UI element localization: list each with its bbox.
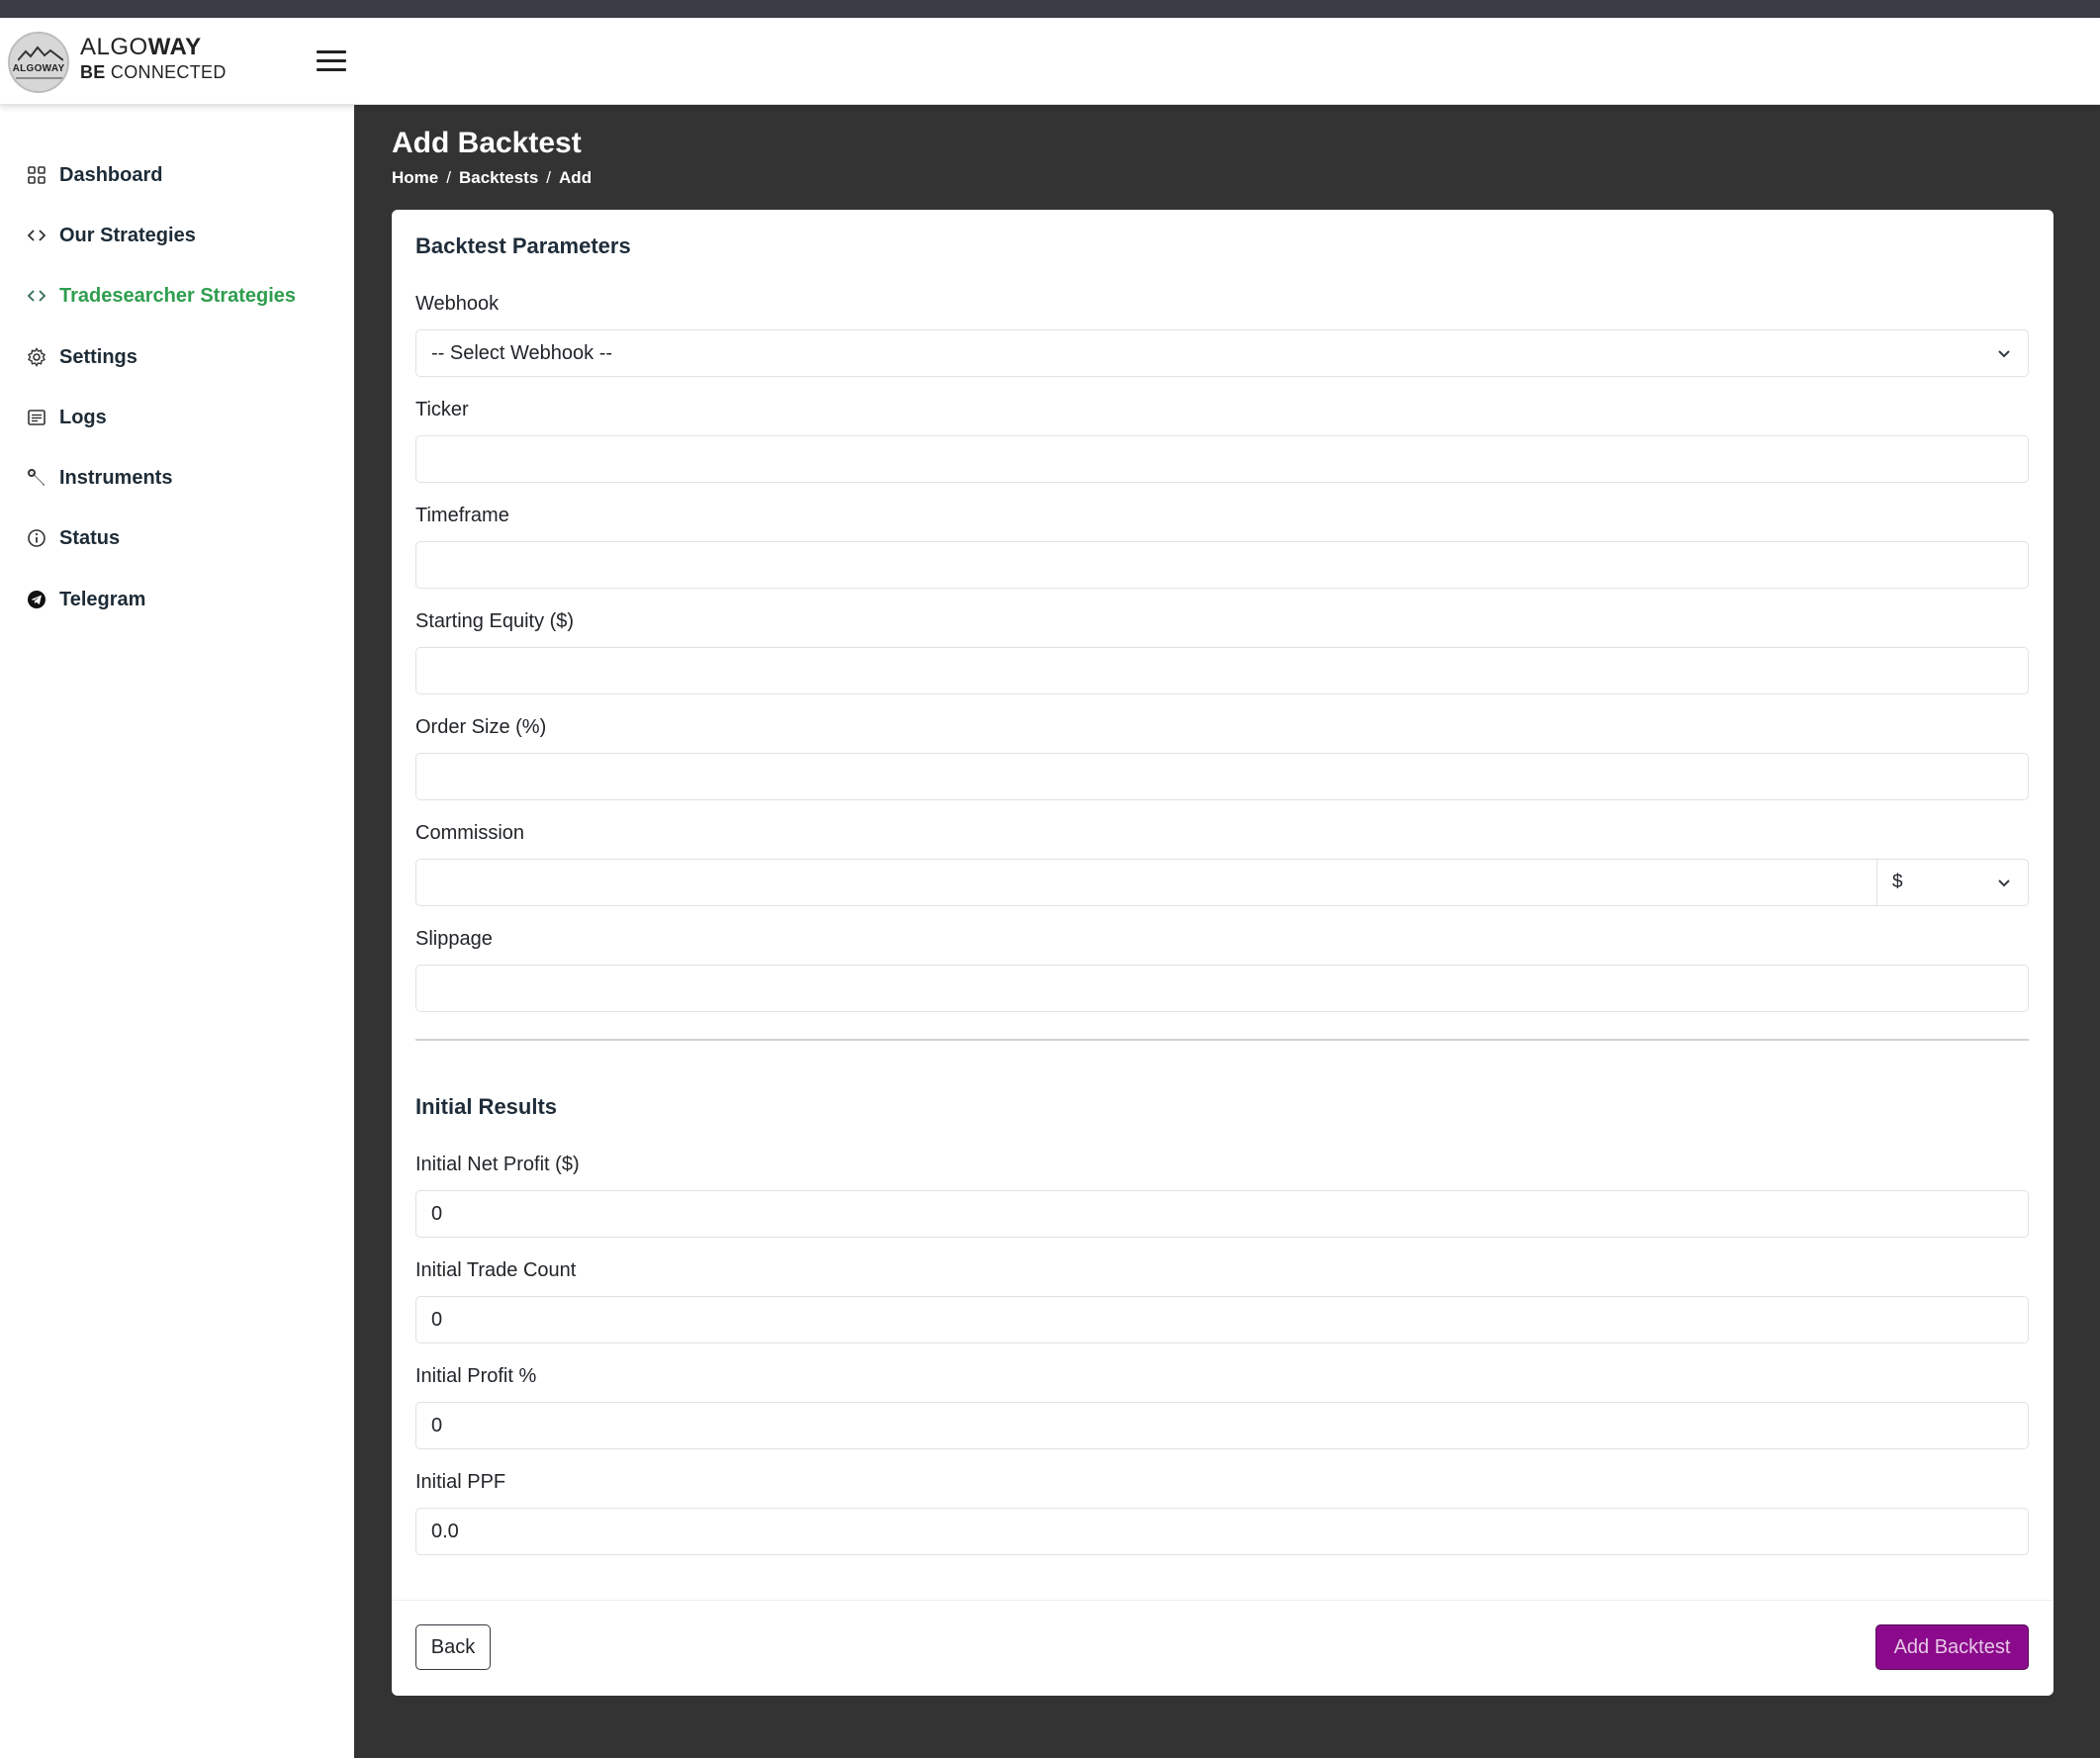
sidebar-item-label: Dashboard xyxy=(59,163,163,186)
chevron-down-icon xyxy=(1998,350,2010,358)
add-backtest-button[interactable]: Add Backtest xyxy=(1875,1624,2029,1670)
slippage-input[interactable] xyxy=(415,965,2029,1012)
section-divider xyxy=(415,1039,2029,1041)
brand-name-light: ALGO xyxy=(80,34,148,60)
card-footer-divider xyxy=(392,1600,2054,1601)
initial-trade-count-label: Initial Trade Count xyxy=(415,1259,577,1281)
starting-equity-input[interactable] xyxy=(415,647,2029,694)
tagline-light: CONNECTED xyxy=(110,62,227,82)
code-icon xyxy=(26,225,47,246)
grid-icon xyxy=(26,164,47,186)
back-button[interactable]: Back xyxy=(415,1624,491,1670)
breadcrumb-separator: / xyxy=(446,168,451,187)
commission-unit-select[interactable]: $ xyxy=(1876,859,2029,906)
chevron-down-icon xyxy=(1998,879,2010,887)
sidebar-item-tradesearcher-strategies[interactable]: Tradesearcher Strategies xyxy=(26,276,296,316)
initial-ppf-label: Initial PPF xyxy=(415,1471,506,1493)
sidebar-item-instruments[interactable]: Instruments xyxy=(26,458,172,498)
commission-label: Commission xyxy=(415,822,525,844)
sidebar-item-label: Settings xyxy=(59,345,137,368)
initial-profit-pct-label: Initial Profit % xyxy=(415,1365,537,1387)
order-size-input[interactable] xyxy=(415,753,2029,800)
sidebar: Dashboard Our Strategies Tradesearcher S… xyxy=(0,105,354,1758)
hamburger-menu-icon[interactable] xyxy=(317,47,346,73)
webhook-selected-value: -- Select Webhook -- xyxy=(431,341,613,364)
breadcrumb-backtests[interactable]: Backtests xyxy=(459,168,538,188)
info-icon xyxy=(26,527,47,549)
sidebar-item-label: Tradesearcher Strategies xyxy=(59,284,297,307)
sidebar-item-telegram[interactable]: Telegram xyxy=(26,580,145,619)
webhook-label: Webhook xyxy=(415,293,500,315)
initial-profit-pct-input[interactable]: 0 xyxy=(415,1402,2029,1449)
order-size-label: Order Size (%) xyxy=(415,716,547,738)
window-top-strip xyxy=(0,0,2100,18)
page-title: Add Backtest xyxy=(392,127,582,159)
timeframe-label: Timeframe xyxy=(415,505,509,526)
initial-net-profit-label: Initial Net Profit ($) xyxy=(415,1154,580,1175)
sidebar-item-dashboard[interactable]: Dashboard xyxy=(26,155,162,195)
section-title-backtest-parameters: Backtest Parameters xyxy=(415,233,631,258)
telegram-icon xyxy=(26,589,47,610)
sidebar-item-logs[interactable]: Logs xyxy=(26,398,107,437)
sidebar-item-label: Telegram xyxy=(59,588,146,610)
sidebar-item-our-strategies[interactable]: Our Strategies xyxy=(26,216,196,255)
wrench-icon xyxy=(26,467,47,489)
add-backtest-card: Backtest Parameters Webhook -- Select We… xyxy=(392,210,2054,1696)
breadcrumb-add: Add xyxy=(559,168,593,187)
timeframe-input[interactable] xyxy=(415,541,2029,589)
sidebar-item-label: Status xyxy=(59,526,121,549)
list-icon xyxy=(26,407,47,428)
initial-ppf-input[interactable]: 0.0 xyxy=(415,1508,2029,1555)
gear-icon xyxy=(26,346,47,368)
webhook-select[interactable]: -- Select Webhook -- xyxy=(415,329,2029,377)
mountain-logo-icon xyxy=(18,46,63,61)
brand-name: ALGOWAY BE CONNECTED xyxy=(80,34,227,82)
top-header: ALGOWAY ALGOWAY BE CONNECTED xyxy=(0,18,2100,105)
ticker-label: Ticker xyxy=(415,399,469,420)
sidebar-item-label: Instruments xyxy=(59,466,173,489)
sidebar-item-settings[interactable]: Settings xyxy=(26,337,137,377)
ticker-input[interactable] xyxy=(415,435,2029,483)
section-title-initial-results: Initial Results xyxy=(415,1094,558,1119)
code-icon xyxy=(26,285,47,307)
brand-name-bold: WAY xyxy=(147,34,202,60)
commission-input[interactable] xyxy=(415,859,1877,906)
sidebar-item-label: Our Strategies xyxy=(59,224,196,246)
sidebar-item-status[interactable]: Status xyxy=(26,518,120,558)
breadcrumb: Home / Backtests / Add xyxy=(392,168,592,188)
tagline-bold: BE xyxy=(80,62,106,82)
logo-underline xyxy=(16,77,65,79)
commission-input-group: $ xyxy=(415,859,2029,906)
commission-unit-value: $ xyxy=(1892,872,1903,892)
algoway-logo[interactable]: ALGOWAY xyxy=(8,32,69,93)
starting-equity-label: Starting Equity ($) xyxy=(415,610,575,632)
slippage-label: Slippage xyxy=(415,928,493,950)
sidebar-item-label: Logs xyxy=(59,406,107,428)
breadcrumb-separator: / xyxy=(546,168,552,187)
breadcrumb-home[interactable]: Home xyxy=(392,168,438,188)
logo-text: ALGOWAY xyxy=(12,63,65,74)
initial-trade-count-input[interactable]: 0 xyxy=(415,1296,2029,1343)
initial-net-profit-input[interactable]: 0 xyxy=(415,1190,2029,1238)
